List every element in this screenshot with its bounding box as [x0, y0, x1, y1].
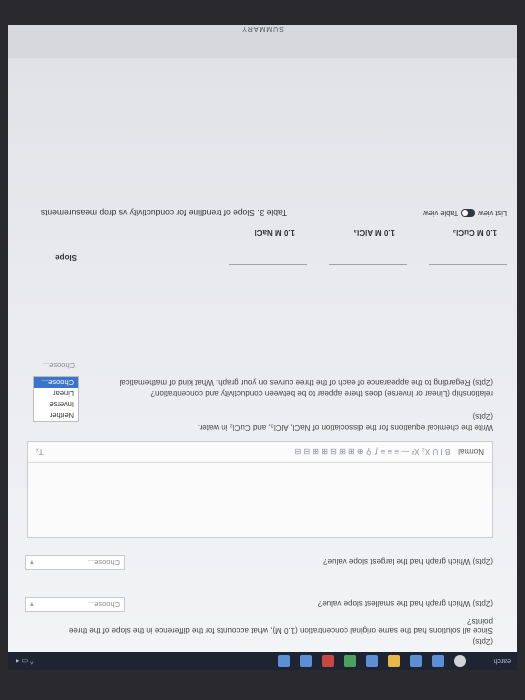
- option-linear[interactable]: Linear: [34, 388, 78, 399]
- question-dissociation: Write the chemical equations for the dis…: [23, 410, 493, 432]
- windows-taskbar: earch ^ ▭ ◂: [8, 652, 517, 670]
- browser-screen: earch ^ ▭ ◂ (2pts) Since all solutions h…: [8, 25, 517, 670]
- question-slope-difference: (2pts) Since all solutions had the same …: [43, 615, 493, 646]
- ie-icon[interactable]: [300, 655, 312, 667]
- question-text: Since all solutions had the same origina…: [68, 617, 493, 635]
- slope-input-nacl[interactable]: [229, 264, 307, 265]
- chevron-down-icon: ▾: [30, 600, 34, 609]
- system-tray[interactable]: ^ ▭ ◂: [16, 657, 33, 665]
- editor-toolbar: Normal B I U X₂ X² — ≡ ≡ ≡ ƒ ⚲ ⊕ ⊞ ⊞ ⊟ ⊞…: [28, 442, 492, 463]
- answer-editor[interactable]: Normal B I U X₂ X² — ≡ ≡ ≡ ƒ ⚲ ⊕ ⊞ ⊞ ⊟ ⊞…: [27, 441, 493, 538]
- slope-input-alcl3[interactable]: [329, 264, 407, 265]
- largest-slope-select[interactable]: Choose... ▾: [25, 555, 125, 570]
- column-alcl3: 1.0 M AlCl₃: [353, 228, 395, 237]
- select-value: Choose...: [87, 558, 120, 567]
- formatting-tools[interactable]: B I U X₂ X² — ≡ ≡ ≡ ƒ ⚲ ⊕ ⊞ ⊞ ⊟ ⊞ ⊞ ⊟ ⊟: [294, 448, 450, 457]
- view-toggle[interactable]: List view Table view: [423, 209, 507, 218]
- taskbar-search[interactable]: earch: [471, 658, 511, 665]
- rotated-photo: earch ^ ▭ ◂ (2pts) Since all solutions h…: [0, 0, 525, 700]
- select-value: Choose...: [42, 361, 75, 370]
- question-points: (2pts): [472, 412, 493, 421]
- option-neither[interactable]: Neither: [34, 410, 78, 421]
- view-toggle-switch[interactable]: [461, 209, 476, 218]
- column-cucl2: 1.0 M CuCl₂: [452, 228, 497, 237]
- editor-body[interactable]: [28, 463, 492, 537]
- list-view-label: List view: [478, 209, 507, 218]
- question-line-1: (2pts) Regarding to the appearance of ea…: [119, 378, 493, 387]
- chevron-down-icon: ▾: [30, 558, 34, 567]
- app-icon[interactable]: [344, 655, 356, 667]
- option-choose[interactable]: Choose...: [34, 377, 78, 388]
- relationship-select[interactable]: Choose...: [27, 359, 79, 372]
- smallest-slope-select[interactable]: Choose... ▾: [25, 597, 125, 612]
- question-text: Write the chemical equations for the dis…: [197, 423, 493, 432]
- summary-label: SUMMARY: [241, 25, 284, 32]
- slope-input-cucl2[interactable]: [429, 264, 507, 265]
- file-explorer-icon[interactable]: [388, 655, 400, 667]
- question-line-2: relationship (Linear or Inverse) does th…: [150, 389, 493, 398]
- cortana-icon[interactable]: [454, 655, 466, 667]
- paragraph-format-select[interactable]: Normal: [458, 448, 484, 457]
- mail-icon[interactable]: [278, 655, 290, 667]
- edge-icon[interactable]: [410, 655, 422, 667]
- question-points: (2pts): [472, 637, 493, 646]
- table-view-label: Table view: [423, 209, 459, 218]
- question-relationship: relationship (Linear or Inverse) does th…: [93, 376, 493, 398]
- page-header: SUMMARY: [8, 25, 517, 58]
- relationship-options[interactable]: Neither Inverse Linear Choose...: [33, 376, 79, 422]
- table-title: Table 3. Slope of trendline for conducti…: [40, 208, 287, 218]
- select-value: Choose...: [87, 600, 120, 609]
- row-label-slope: Slope: [55, 253, 77, 262]
- chrome-icon[interactable]: [322, 655, 334, 667]
- task-view-icon[interactable]: [432, 655, 444, 667]
- column-nacl: 1.0 M NaCl: [254, 228, 295, 237]
- option-inverse[interactable]: Inverse: [34, 399, 78, 410]
- clear-format-icon[interactable]: Tₓ: [36, 448, 44, 457]
- store-icon[interactable]: [366, 655, 378, 667]
